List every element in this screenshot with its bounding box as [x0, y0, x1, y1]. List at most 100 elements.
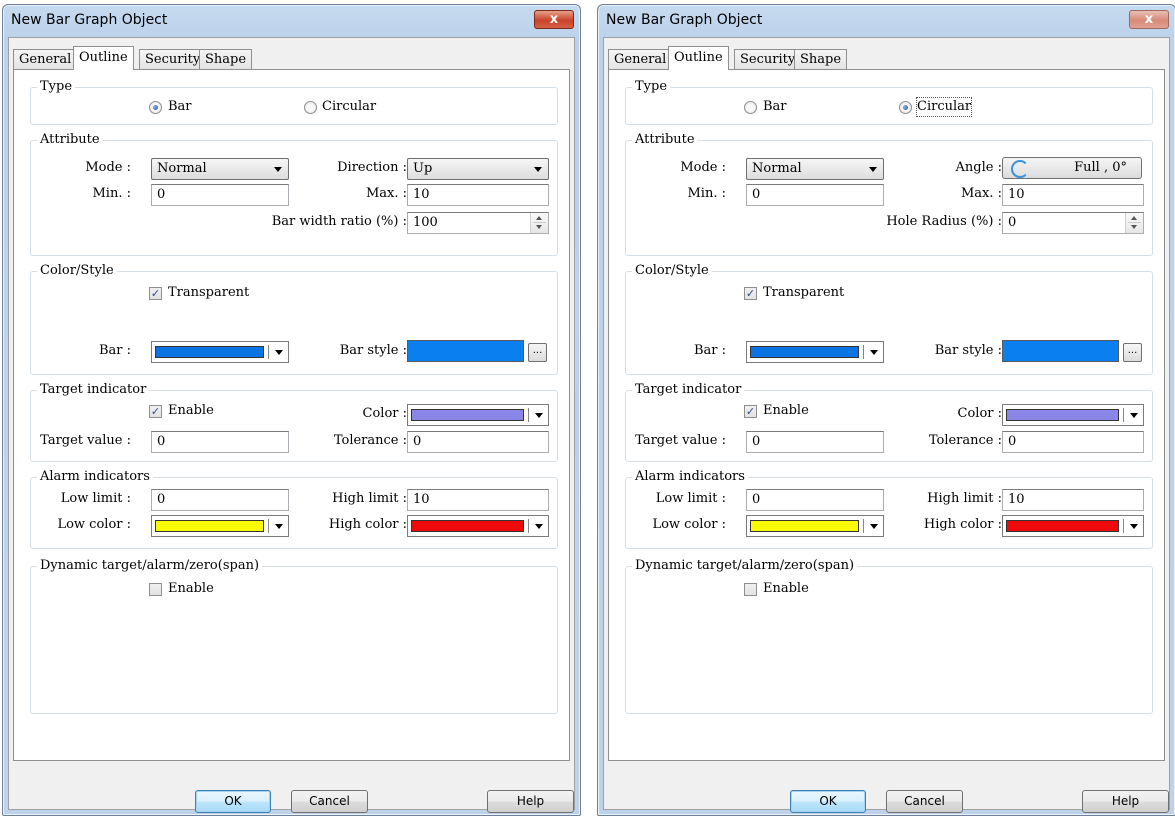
bar-style-preview[interactable] — [407, 340, 524, 362]
tab-general[interactable]: General — [13, 49, 78, 69]
tab-outline[interactable]: Outline — [73, 46, 134, 70]
dialog-client: General Outline Security Shape Type Bar … — [8, 37, 575, 813]
dynamic-enable-checkbox[interactable] — [744, 583, 757, 596]
spinner-arrows-icon[interactable] — [530, 213, 548, 233]
transparent-checkbox[interactable]: ✓ — [149, 287, 162, 300]
bar-style-preview[interactable] — [1002, 340, 1119, 362]
target-value-input[interactable]: 0 — [151, 431, 289, 453]
target-color-picker[interactable] — [1002, 404, 1144, 426]
low-color-picker[interactable] — [151, 515, 289, 537]
target-enable-checkbox[interactable]: ✓ — [744, 405, 757, 418]
radio-circular-label: Circular — [915, 97, 973, 117]
tab-page-outline: Type Bar Circular Attribute Mode : Norma… — [608, 69, 1165, 761]
min-label: Min. : — [92, 186, 132, 201]
chevron-down-icon — [1130, 413, 1138, 418]
radio-circular[interactable] — [899, 101, 912, 114]
tab-security[interactable]: Security — [734, 49, 802, 69]
target-color-picker[interactable] — [407, 404, 549, 426]
target-value-input[interactable]: 0 — [746, 431, 884, 453]
tab-outline[interactable]: Outline — [668, 46, 729, 70]
high-limit-input[interactable]: 10 — [1002, 489, 1144, 511]
group-alarm-indicators: Alarm indicators Low limit : 0 High limi… — [625, 469, 1153, 549]
tab-shape[interactable]: Shape — [199, 49, 253, 69]
low-color-picker[interactable] — [746, 515, 884, 537]
bar-color-swatch — [155, 346, 264, 358]
radio-bar[interactable] — [149, 101, 162, 114]
max-label: Max. : — [365, 186, 407, 201]
low-limit-label: Low limit : — [60, 491, 131, 506]
target-enable-label: Enable — [763, 403, 809, 418]
bar-style-browse-button[interactable]: ... — [528, 343, 547, 362]
tab-shape[interactable]: Shape — [794, 49, 848, 69]
max-input[interactable]: 10 — [407, 184, 549, 206]
high-limit-input[interactable]: 10 — [407, 489, 549, 511]
chevron-down-icon — [535, 413, 543, 418]
group-color-style: Color/Style ✓ Transparent Bar : Bar styl… — [625, 263, 1153, 375]
cancel-button[interactable]: Cancel — [886, 790, 963, 813]
radio-circular[interactable] — [304, 101, 317, 114]
high-color-picker[interactable] — [407, 515, 549, 537]
high-color-label: High color : — [923, 517, 1002, 532]
bar-width-ratio-value: 100 — [413, 215, 438, 230]
radio-bar[interactable] — [744, 101, 757, 114]
bar-style-browse-button[interactable]: ... — [1123, 343, 1142, 362]
max-label: Max. : — [960, 186, 1002, 201]
bar-style-label: Bar style : — [339, 343, 407, 358]
low-limit-input[interactable]: 0 — [746, 489, 884, 511]
angle-button[interactable]: Full , 0° — [1002, 157, 1142, 179]
dialog-bar: New Bar Graph Object x General Outline S… — [2, 4, 581, 816]
close-button[interactable]: x — [534, 10, 574, 29]
group-attribute: Attribute Mode : Normal Angle : Full , 0… — [625, 132, 1153, 256]
min-input[interactable]: 0 — [746, 184, 884, 206]
group-attribute: Attribute Mode : Normal Direction : Up M… — [30, 132, 558, 256]
target-color-swatch — [411, 409, 524, 421]
dynamic-enable-checkbox[interactable] — [149, 583, 162, 596]
min-label: Min. : — [687, 186, 727, 201]
mode-label: Mode : — [680, 160, 726, 175]
chevron-down-icon — [1130, 524, 1138, 529]
ok-button[interactable]: OK — [790, 790, 866, 813]
group-dynamic-label: Dynamic target/alarm/zero(span) — [632, 558, 858, 574]
high-color-swatch — [411, 520, 524, 532]
spinner-arrows-icon[interactable] — [1125, 213, 1143, 233]
high-color-picker[interactable] — [1002, 515, 1144, 537]
direction-label: Direction : — [337, 160, 407, 175]
mode-combo[interactable]: Normal — [746, 158, 884, 180]
tolerance-input[interactable]: 0 — [1002, 431, 1144, 453]
target-value-label: Target value : — [635, 433, 726, 448]
dynamic-enable-label: Enable — [168, 581, 214, 596]
cancel-button[interactable]: Cancel — [291, 790, 368, 813]
group-alarm-indicators: Alarm indicators Low limit : 0 High limi… — [30, 469, 558, 549]
title-bar[interactable]: New Bar Graph Object x — [598, 5, 1175, 37]
bar-color-picker[interactable] — [151, 341, 289, 363]
group-target-indicator: Target indicator ✓ Enable Color : Target… — [30, 382, 558, 462]
chevron-down-icon — [275, 524, 283, 529]
bar-width-ratio-input[interactable]: 100 — [407, 212, 549, 234]
low-color-label: Low color : — [652, 517, 726, 532]
chevron-down-icon — [535, 524, 543, 529]
close-button[interactable]: x — [1129, 10, 1169, 29]
min-input[interactable]: 0 — [151, 184, 289, 206]
mode-combo[interactable]: Normal — [151, 158, 289, 180]
tab-page-outline: Type Bar Circular Attribute Mode : Norma… — [13, 69, 570, 761]
tab-general[interactable]: General — [608, 49, 673, 69]
tolerance-input[interactable]: 0 — [407, 431, 549, 453]
low-limit-label: Low limit : — [655, 491, 726, 506]
radio-circular-label: Circular — [322, 99, 377, 114]
group-target-indicator: Target indicator ✓ Enable Color : Target… — [625, 382, 1153, 462]
target-enable-checkbox[interactable]: ✓ — [149, 405, 162, 418]
help-button[interactable]: Help — [487, 790, 574, 813]
help-button[interactable]: Help — [1082, 790, 1169, 813]
bar-color-picker[interactable] — [746, 341, 884, 363]
group-color-style-label: Color/Style — [632, 263, 712, 279]
hole-radius-value: 0 — [1008, 215, 1017, 230]
window-title: New Bar Graph Object — [11, 12, 168, 28]
max-input[interactable]: 10 — [1002, 184, 1144, 206]
ok-button[interactable]: OK — [195, 790, 271, 813]
title-bar[interactable]: New Bar Graph Object x — [3, 5, 580, 37]
direction-combo[interactable]: Up — [407, 158, 549, 180]
low-limit-input[interactable]: 0 — [151, 489, 289, 511]
transparent-checkbox[interactable]: ✓ — [744, 287, 757, 300]
hole-radius-input[interactable]: 0 — [1002, 212, 1144, 234]
tab-security[interactable]: Security — [139, 49, 207, 69]
